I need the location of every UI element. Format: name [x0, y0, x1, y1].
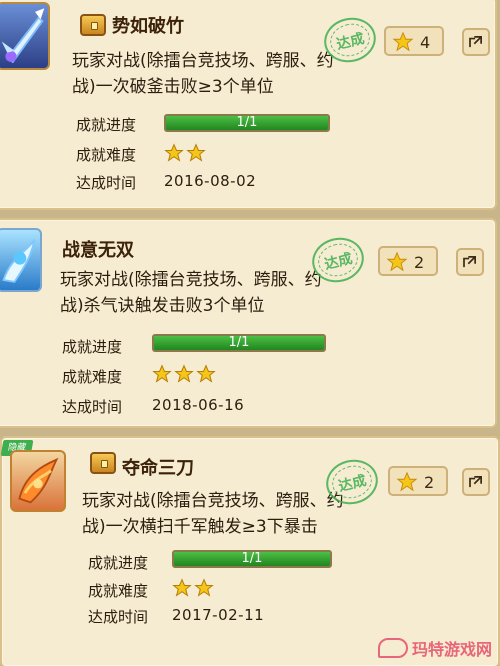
difficulty-stars	[152, 364, 216, 384]
difficulty-star-icon	[172, 578, 192, 597]
date-label: 达成时间	[76, 174, 137, 192]
fire-phoenix-icon	[10, 450, 66, 512]
difficulty-stars	[164, 143, 206, 163]
achievement-title: 势如破竹	[112, 16, 184, 37]
achievement-title: 夺命三刀	[122, 458, 194, 479]
difficulty-star-icon	[152, 364, 172, 383]
difficulty-star-icon	[194, 578, 214, 597]
reward-badge: 2	[378, 246, 438, 276]
share-button[interactable]	[462, 468, 490, 496]
difficulty-label: 成就难度	[62, 368, 123, 386]
reward-count: 4	[420, 33, 431, 52]
difficulty-star-icon	[196, 364, 216, 383]
achievement-date: 2016-08-02	[164, 172, 257, 190]
treasure-chest-icon	[80, 14, 106, 36]
achievement-title: 战意无双	[62, 240, 134, 261]
star-icon	[392, 31, 414, 52]
reward-count: 2	[414, 253, 425, 272]
share-icon	[469, 476, 482, 488]
site-watermark: 玛特游戏网	[377, 636, 492, 660]
achievement-date: 2018-06-16	[152, 396, 245, 414]
difficulty-star-icon	[186, 143, 206, 162]
date-label: 达成时间	[88, 608, 149, 626]
reward-badge: 4	[384, 26, 444, 56]
watermark-logo-icon	[377, 638, 408, 658]
difficulty-label: 成就难度	[76, 146, 137, 164]
achievement-description-line2: 战)一次横扫千军触发≥3下暴击	[82, 517, 318, 537]
progress-label: 成就进度	[62, 338, 123, 356]
progress-label: 成就进度	[76, 116, 137, 134]
progress-label: 成就进度	[88, 554, 149, 572]
ice-phoenix-icon	[0, 228, 42, 292]
share-button[interactable]	[462, 28, 490, 56]
achievement-description-line2: 战)杀气诀触发击败3个单位	[60, 296, 265, 316]
progress-text: 1/1	[236, 115, 258, 130]
ice-sword-icon	[0, 2, 50, 70]
achievement-description-line1: 玩家对战(除擂台竞技场、跨服、约	[60, 270, 322, 290]
difficulty-label: 成就难度	[88, 582, 149, 600]
achievement-description-line1: 玩家对战(除擂台竞技场、跨服、约	[72, 51, 334, 71]
star-icon	[386, 251, 408, 272]
share-icon	[463, 256, 476, 268]
difficulty-stars	[172, 578, 214, 598]
progress-text: 1/1	[241, 551, 263, 566]
achievement-description-line1: 玩家对战(除擂台竞技场、跨服、约	[82, 491, 344, 511]
reward-count: 2	[424, 473, 435, 492]
progress-bar: 1/1	[172, 550, 332, 568]
date-label: 达成时间	[62, 398, 123, 416]
share-button[interactable]	[456, 248, 484, 276]
achievement-description-line2: 战)一次破釜击败≥3个单位	[72, 77, 274, 97]
progress-bar: 1/1	[164, 114, 330, 132]
star-icon	[396, 471, 418, 492]
progress-bar: 1/1	[152, 334, 326, 352]
difficulty-star-icon	[174, 364, 194, 383]
treasure-chest-icon	[90, 452, 116, 474]
share-icon	[469, 36, 482, 48]
achievement-date: 2017-02-11	[172, 606, 265, 624]
difficulty-star-icon	[164, 143, 184, 162]
progress-text: 1/1	[228, 335, 250, 350]
watermark-text: 玛特游戏网	[411, 640, 492, 659]
reward-badge: 2	[388, 466, 448, 496]
achievement-list: 势如破竹 玩家对战(除擂台竞技场、跨服、约 战)一次破釜击败≥3个单位 成就进度…	[0, 0, 500, 666]
